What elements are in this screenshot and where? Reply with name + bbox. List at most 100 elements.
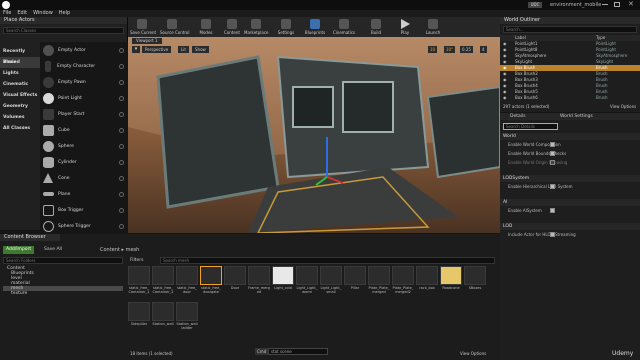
menu-window[interactable]: Window [33,10,53,17]
save-current-button[interactable]: Save Current [130,17,156,37]
info-icon[interactable] [119,127,124,133]
asset-tile[interactable]: Roadcone [440,266,462,298]
category-basic[interactable]: Basic [0,57,40,68]
grid-snap[interactable]: 10 [428,46,438,53]
asset-tile[interactable]: Station_wall [152,302,174,334]
category-all-classes[interactable]: All Classes [0,123,40,134]
outliner-view-options[interactable]: View Options [610,104,636,109]
info-icon[interactable] [119,95,124,101]
blueprints-button[interactable]: Blueprints [303,17,327,37]
tab-details[interactable]: Details [510,113,526,120]
close-icon[interactable]: ✕ [628,0,634,8]
category-lights[interactable]: Lights [0,68,40,79]
category-volumes[interactable]: Volumes [0,112,40,123]
viewport-options-button[interactable]: ▾ [132,46,140,53]
actor-item[interactable]: Box Trigger [40,202,128,218]
camera-speed[interactable]: 4 [480,46,487,53]
menu-edit[interactable]: Edit [17,10,27,17]
folder-texture[interactable]: texture [3,291,123,296]
scale-snap[interactable]: 0.25 [460,46,473,53]
settings-button[interactable]: Settings [274,17,298,37]
content-browser-tab[interactable]: Content Browser [0,234,60,241]
checkbox[interactable] [550,208,555,213]
info-icon[interactable] [119,79,124,85]
tab-world-settings[interactable]: World Settings [560,113,593,120]
asset-tile[interactable]: SBoxes [464,266,486,298]
info-icon[interactable] [119,143,124,149]
section-lod[interactable]: LOD [500,223,640,230]
info-icon[interactable] [119,207,124,213]
actor-item[interactable]: Cube [40,122,128,138]
perspective-button[interactable]: Perspective [142,46,172,53]
category-geometry[interactable]: Geometry [0,101,40,112]
asset-tile[interactable]: Plate_Plate_merged2 [392,266,414,298]
marketplace-button[interactable]: Marketplace [244,17,269,37]
asset-tile[interactable]: static_free_Container_2 [152,266,174,298]
checkbox[interactable] [550,232,555,237]
info-icon[interactable] [119,191,124,197]
asset-tile[interactable]: static_free_door [176,266,198,298]
folder-search[interactable]: Search Folders [3,257,123,264]
outliner-row[interactable]: ◉ Box Brush6 Brush [500,95,640,101]
actor-item[interactable]: Cylinder [40,154,128,170]
actor-item[interactable]: Point Light [40,90,128,106]
info-icon[interactable] [119,175,124,181]
asset-tile[interactable]: Frame_merged [248,266,270,298]
lit-button[interactable]: Lit [178,46,189,53]
eye-icon[interactable]: ◉ [503,95,507,101]
asset-tile[interactable]: Light_Light_small [320,266,342,298]
save-all-button[interactable]: Save All [44,246,62,254]
actor-item[interactable]: Empty Character [40,58,128,74]
section-ai[interactable]: AI [500,199,640,206]
maximize-icon[interactable] [614,2,620,7]
asset-tile[interactable]: Door [224,266,246,298]
cinematics-button[interactable]: Cinematics [332,17,356,37]
details-search[interactable]: Search Details [503,123,558,130]
console-input[interactable]: stat scene [268,348,328,355]
info-icon[interactable] [119,111,124,117]
asset-tile-selected[interactable]: static_free_doorgate [200,266,222,298]
cb-view-options[interactable]: View Options [460,351,486,356]
source-control-button[interactable]: Source Control [160,17,189,37]
asset-tile[interactable]: Light_Light_warm [296,266,318,298]
actor-item[interactable]: Sphere [40,138,128,154]
asset-tile[interactable]: Pillar [344,266,366,298]
info-icon[interactable] [119,159,124,165]
actor-item[interactable]: Empty Pawn [40,74,128,90]
category-visual-effects[interactable]: Visual Effects [0,90,40,101]
modes-button[interactable]: Modes [194,17,218,37]
add-import-button[interactable]: Add/Import [3,246,35,254]
asset-tile[interactable]: Light_cold [272,266,294,298]
actor-item[interactable]: Plane [40,186,128,202]
world-outliner-tab[interactable]: World Outliner [500,17,640,24]
filters-button[interactable]: Filters [130,257,144,264]
content-button[interactable]: Content [220,17,244,37]
asset-tile[interactable]: Plate_Plate_merged [368,266,390,298]
asset-tile[interactable]: Sidepillar [128,302,150,334]
checkbox[interactable] [550,142,555,147]
asset-tile[interactable]: rack_box [416,266,438,298]
section-lodsystem[interactable]: LODSystem [500,175,640,182]
breadcrumb-mesh[interactable]: mesh [126,247,140,253]
asset-search[interactable]: Search mesh [160,257,495,264]
actor-item[interactable]: Cone [40,170,128,186]
outliner-search[interactable]: Search... [503,26,637,33]
show-button[interactable]: Show [192,46,209,53]
place-actors-tab[interactable]: Place Actors [0,17,127,24]
actor-item[interactable]: Empty Actor [40,42,128,58]
place-actors-search[interactable]: Search Classes [3,27,124,34]
info-icon[interactable] [119,63,124,69]
category-recently-placed[interactable]: Recently Placed [0,46,40,65]
checkbox[interactable] [550,151,555,156]
build-button[interactable]: Build [364,17,388,37]
asset-tile[interactable]: static_free_Container_1 [128,266,150,298]
rotation-snap[interactable]: 10° [444,46,456,53]
section-world[interactable]: World [500,133,640,140]
launch-button[interactable]: Launch [421,17,445,37]
asset-tile[interactable]: Station_wallladder [176,302,198,334]
checkbox[interactable] [550,160,555,165]
checkbox[interactable] [550,184,555,189]
viewport-tab[interactable]: Viewport 1 [132,38,162,44]
info-icon[interactable] [119,223,124,229]
actor-item[interactable]: Sphere Trigger [40,218,128,234]
